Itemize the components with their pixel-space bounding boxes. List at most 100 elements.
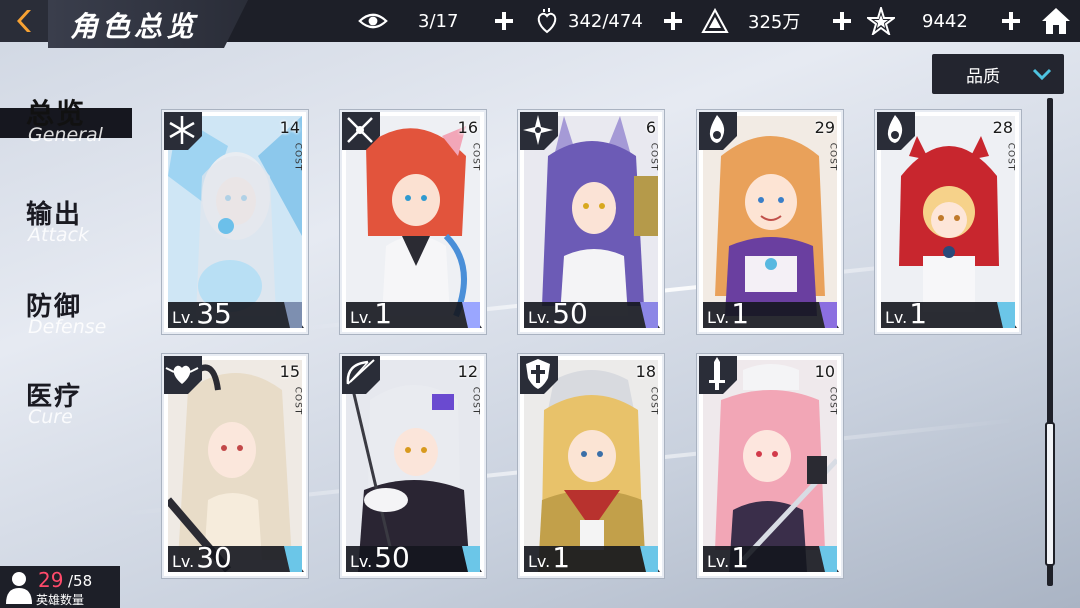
eye-icon (358, 6, 388, 36)
level-display: Lv. 35 (172, 300, 232, 328)
hero-count-max: /58 (68, 572, 93, 590)
back-arrow-icon (17, 10, 31, 32)
character-card[interactable]: 18 COST Lv. 1 (518, 354, 664, 578)
hero-count-panel: 29 /58 英雄数量 (0, 566, 120, 608)
cost-value: 6 (645, 118, 656, 137)
resource-value: 342/474 (568, 10, 643, 32)
shield-cross-class-icon (520, 356, 558, 394)
cost-badge: 16 COST (456, 116, 481, 178)
level-display: Lv. 1 (707, 544, 749, 572)
sidebar-item-attack[interactable]: Attack 输出 (0, 190, 140, 250)
sidebar-item-label: 总览 (26, 97, 87, 130)
level-display: Lv. 1 (350, 300, 392, 328)
heart-wings-class-icon (164, 356, 202, 394)
level-prefix: Lv. (707, 552, 730, 571)
cost-label: COST (1005, 142, 1016, 172)
level-value: 30 (196, 541, 232, 574)
level-display: Lv. 1 (885, 300, 927, 328)
resource-gold (700, 0, 730, 42)
cost-label: COST (292, 142, 303, 172)
level-prefix: Lv. (350, 552, 373, 571)
home-button[interactable] (1036, 4, 1076, 38)
resource-exploration (358, 0, 388, 42)
quality-filter-dropdown[interactable]: 品质 (932, 54, 1064, 94)
sidebar-item-label: 防御 (26, 292, 83, 322)
level-prefix: Lv. (528, 552, 551, 571)
level-prefix: Lv. (172, 552, 195, 571)
filter-label: 品质 (966, 66, 1000, 87)
character-card[interactable]: 10 COST Lv. 1 (697, 354, 843, 578)
cost-label: COST (470, 386, 481, 416)
level-value: 1 (731, 297, 750, 330)
snowflake-class-icon (164, 112, 202, 150)
level-prefix: Lv. (885, 308, 908, 327)
flame-class-icon (877, 112, 915, 150)
plus-icon (664, 12, 682, 30)
home-icon (1042, 8, 1070, 34)
sidebar-item-defense[interactable]: Defense 防御 (0, 284, 140, 344)
add-gold-button[interactable] (830, 9, 854, 33)
cost-value: 28 (992, 118, 1013, 137)
page-title: 角色总览 (70, 10, 199, 43)
person-icon (6, 572, 32, 604)
hero-count-current: 29 (38, 568, 64, 592)
character-card[interactable]: 6 COST Lv. 50 (518, 110, 664, 334)
level-value: 50 (552, 297, 588, 330)
sidebar-item-label: 输出 (26, 200, 83, 230)
sidebar-item-label: 医疗 (26, 382, 83, 412)
character-card[interactable]: 28 COST Lv. 1 (875, 110, 1021, 334)
cost-value: 12 (457, 362, 478, 381)
character-card[interactable]: 14 COST Lv. 35 (162, 110, 308, 334)
sidebar-item-cure[interactable]: Cure 医疗 (0, 374, 140, 434)
level-display: Lv. 1 (707, 300, 749, 328)
cost-badge: 28 COST (991, 116, 1016, 178)
cost-label: COST (292, 386, 303, 416)
add-exploration-button[interactable] (492, 9, 516, 33)
cost-badge: 10 COST (813, 360, 838, 422)
resource-value: 325万 (748, 12, 801, 33)
sword-class-icon (699, 356, 737, 394)
plus-icon (495, 12, 513, 30)
cost-badge: 14 COST (278, 116, 303, 178)
level-prefix: Lv. (350, 308, 373, 327)
level-display: Lv. 1 (528, 544, 570, 572)
back-button[interactable] (0, 0, 48, 42)
cost-label: COST (827, 386, 838, 416)
character-card[interactable]: 16 COST Lv. 1 (340, 110, 486, 334)
cost-value: 10 (814, 362, 835, 381)
scrollbar-thumb[interactable] (1045, 422, 1055, 566)
add-stamina-button[interactable] (661, 9, 685, 33)
cost-badge: 18 COST (634, 360, 659, 422)
plus-icon (1002, 12, 1020, 30)
sidebar-item-general[interactable]: General 总览 (0, 88, 140, 158)
resource-crystal (866, 0, 896, 42)
character-card[interactable]: 12 COST Lv. 50 (340, 354, 486, 578)
plus-icon (833, 12, 851, 30)
add-crystal-button[interactable] (999, 9, 1023, 33)
level-value: 1 (552, 541, 571, 574)
level-display: Lv. 30 (172, 544, 232, 572)
resource-value: 9442 (922, 10, 968, 32)
cost-value: 16 (457, 118, 478, 137)
pyramid-icon (700, 6, 730, 36)
cost-badge: 12 COST (456, 360, 481, 422)
resource-value: 3/17 (418, 10, 459, 32)
level-prefix: Lv. (172, 308, 195, 327)
level-value: 1 (731, 541, 750, 574)
cost-label: COST (648, 142, 659, 172)
cost-value: 15 (279, 362, 300, 381)
cost-label: COST (827, 142, 838, 172)
shuriken-class-icon (520, 112, 558, 150)
level-value: 1 (374, 297, 393, 330)
cost-label: COST (648, 386, 659, 416)
cost-value: 29 (814, 118, 835, 137)
level-prefix: Lv. (528, 308, 551, 327)
bow-class-icon (342, 356, 380, 394)
crossed-swords-class-icon (342, 112, 380, 150)
chevron-down-icon (1032, 68, 1052, 80)
star-shard-icon (866, 6, 896, 36)
flame-class-icon (699, 112, 737, 150)
character-card[interactable]: 15 COST Lv. 30 (162, 354, 308, 578)
character-card[interactable]: 29 COST Lv. 1 (697, 110, 843, 334)
hero-count-label: 英雄数量 (36, 593, 85, 607)
